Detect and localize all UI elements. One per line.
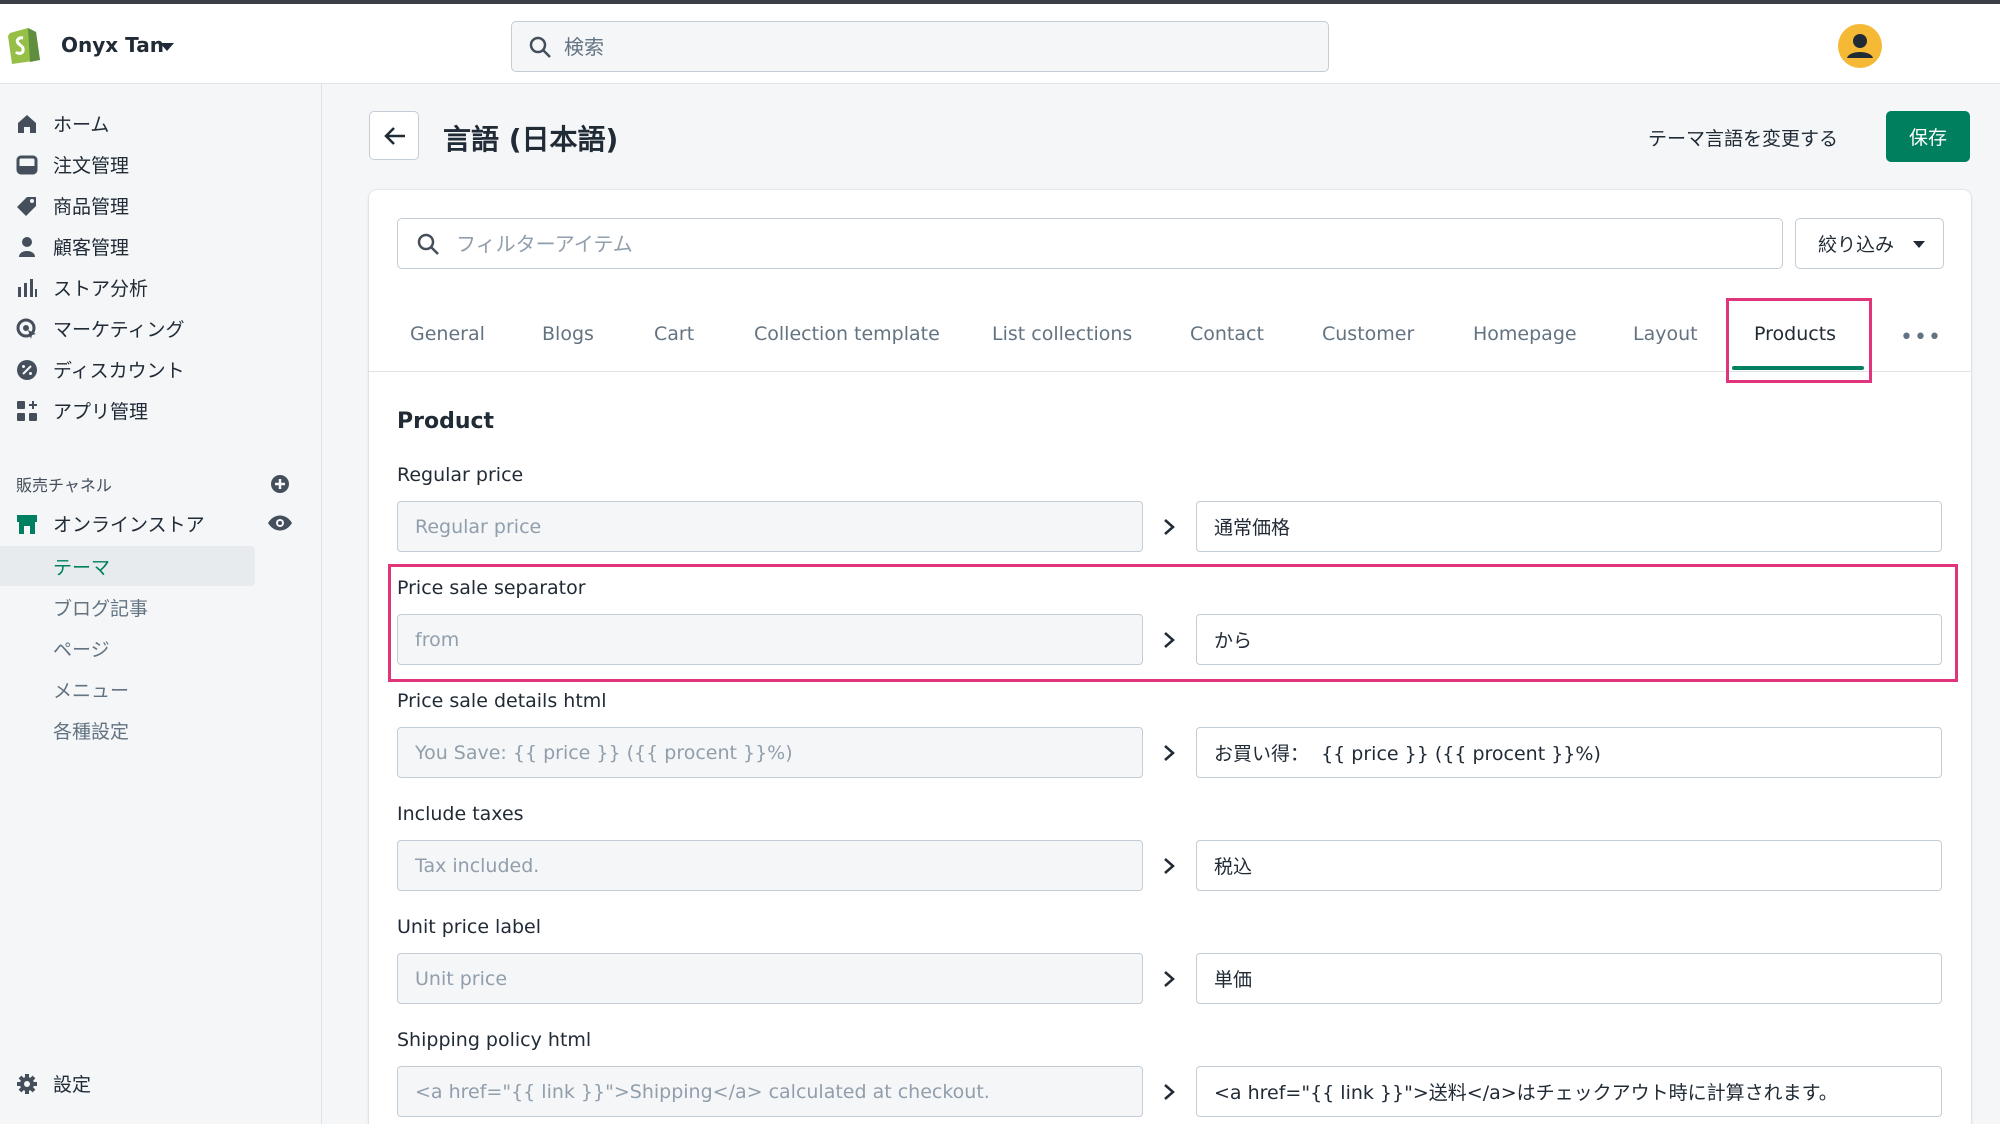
page-title: 言語 (日本語)	[443, 123, 619, 156]
global-search[interactable]	[511, 21, 1329, 72]
apps-icon	[17, 401, 37, 421]
tab-layout[interactable]: Layout	[1633, 323, 1698, 345]
sidebar-item-home[interactable]: ホーム	[0, 104, 322, 142]
tab-customer[interactable]: Customer	[1322, 323, 1414, 345]
source-text-unit-price	[397, 953, 1143, 1004]
chevron-down-icon	[1913, 241, 1925, 248]
chevron-right-icon	[1164, 858, 1175, 874]
tab-general[interactable]: General	[410, 323, 485, 345]
sidebar-item-label: オンラインストア	[53, 514, 205, 536]
add-circle-icon[interactable]	[270, 474, 290, 494]
avatar[interactable]	[1838, 24, 1882, 68]
field-label-price-sale-details: Price sale details html	[397, 690, 607, 712]
sidebar-item-online-store[interactable]: オンラインストア	[0, 504, 322, 542]
sidebar-item-label: アプリ管理	[53, 401, 149, 423]
active-item-background	[0, 546, 255, 586]
field-label-include-taxes: Include taxes	[397, 803, 524, 825]
field-label-unit-price: Unit price label	[397, 916, 541, 938]
chevron-right-icon	[1164, 745, 1175, 761]
tab-collection-template[interactable]: Collection template	[754, 323, 940, 345]
sidebar-item-label: 商品管理	[53, 196, 130, 218]
sidebar-item-label: ホーム	[53, 114, 110, 136]
sidebar-subitem-navigation[interactable]: メニュー	[53, 676, 129, 703]
store-name[interactable]: Onyx Tan	[61, 33, 164, 57]
field-label-shipping-policy: Shipping policy html	[397, 1029, 592, 1051]
sidebar-subitem-preferences[interactable]: 各種設定	[53, 717, 129, 744]
top-bar: Onyx Tan	[0, 0, 2000, 84]
source-text-price-sale-details	[397, 727, 1143, 778]
source-text-regular-price	[397, 501, 1143, 552]
sidebar-subitem-pages[interactable]: ページ	[53, 635, 110, 662]
sidebar-item-settings[interactable]: 設定	[0, 1064, 322, 1102]
sidebar-item-customers[interactable]: 顧客管理	[0, 227, 322, 265]
discount-icon	[17, 360, 37, 380]
filter-input[interactable]	[456, 229, 1756, 259]
sidebar-item-label: 設定	[53, 1074, 92, 1096]
source-text-include-taxes	[397, 840, 1143, 891]
section-heading: Product	[397, 409, 495, 434]
translation-input-unit-price[interactable]	[1196, 953, 1942, 1004]
sidebar-item-apps[interactable]: アプリ管理	[0, 391, 322, 429]
analytics-icon	[18, 279, 37, 297]
save-button[interactable]: 保存	[1886, 111, 1970, 162]
tag-icon	[17, 197, 36, 216]
sidebar-item-label: ディスカウント	[53, 360, 185, 382]
shopify-logo-icon[interactable]	[6, 24, 42, 64]
gear-icon	[17, 1074, 37, 1094]
chevron-right-icon	[1164, 971, 1175, 987]
marketing-icon	[16, 318, 36, 339]
user-icon	[1847, 34, 1873, 58]
store-icon	[17, 515, 37, 534]
search-icon	[417, 233, 439, 255]
chevron-right-icon	[1164, 1084, 1175, 1100]
translation-input-include-taxes[interactable]	[1196, 840, 1942, 891]
arrow-left-icon	[384, 127, 405, 145]
sidebar-item-discounts[interactable]: ディスカウント	[0, 350, 322, 388]
tab-blogs[interactable]: Blogs	[542, 323, 594, 345]
translation-input-shipping-policy[interactable]	[1196, 1066, 1942, 1117]
filter-field[interactable]	[397, 218, 1783, 269]
orders-icon	[16, 155, 38, 175]
sidebar-item-products[interactable]: 商品管理	[0, 186, 322, 224]
sidebar-item-marketing[interactable]: マーケティング	[0, 309, 322, 347]
translation-input-price-sale-details[interactable]	[1196, 727, 1942, 778]
sidebar-item-orders[interactable]: 注文管理	[0, 145, 322, 183]
more-tabs-icon[interactable]: •••	[1900, 325, 1941, 350]
sidebar-subitem-themes[interactable]: テーマ	[53, 553, 110, 580]
search-input[interactable]	[564, 32, 1304, 62]
customer-icon	[19, 237, 35, 257]
field-label-regular-price: Regular price	[397, 464, 524, 486]
sidebar-item-label: 顧客管理	[53, 237, 130, 259]
sales-channels-title: 販売チャネル	[16, 476, 112, 495]
tab-homepage[interactable]: Homepage	[1473, 323, 1577, 345]
sidebar-item-label: 注文管理	[53, 155, 130, 177]
tab-cart[interactable]: Cart	[654, 323, 694, 345]
eye-icon[interactable]	[267, 513, 293, 533]
highlight-box-tab	[1726, 298, 1872, 383]
source-text-shipping-policy	[397, 1066, 1143, 1117]
chevron-down-icon[interactable]	[160, 43, 174, 51]
tab-list-collections[interactable]: List collections	[992, 323, 1132, 345]
sidebar-item-label: マーケティング	[53, 319, 185, 341]
search-icon	[529, 36, 551, 58]
highlight-box-field	[388, 564, 1958, 682]
sidebar-item-label: ストア分析	[53, 278, 149, 300]
narrow-button[interactable]: 絞り込み	[1795, 218, 1944, 269]
sidebar-item-analytics[interactable]: ストア分析	[0, 268, 322, 306]
narrow-label: 絞り込み	[1818, 234, 1895, 256]
sidebar-subitem-blog-posts[interactable]: ブログ記事	[53, 594, 148, 621]
translation-input-regular-price[interactable]	[1196, 501, 1942, 552]
chevron-right-icon	[1164, 519, 1175, 535]
back-button[interactable]	[369, 111, 419, 160]
tab-contact[interactable]: Contact	[1190, 323, 1264, 345]
home-icon	[18, 115, 36, 133]
change-theme-language-link[interactable]: テーマ言語を変更する	[1648, 124, 1838, 151]
